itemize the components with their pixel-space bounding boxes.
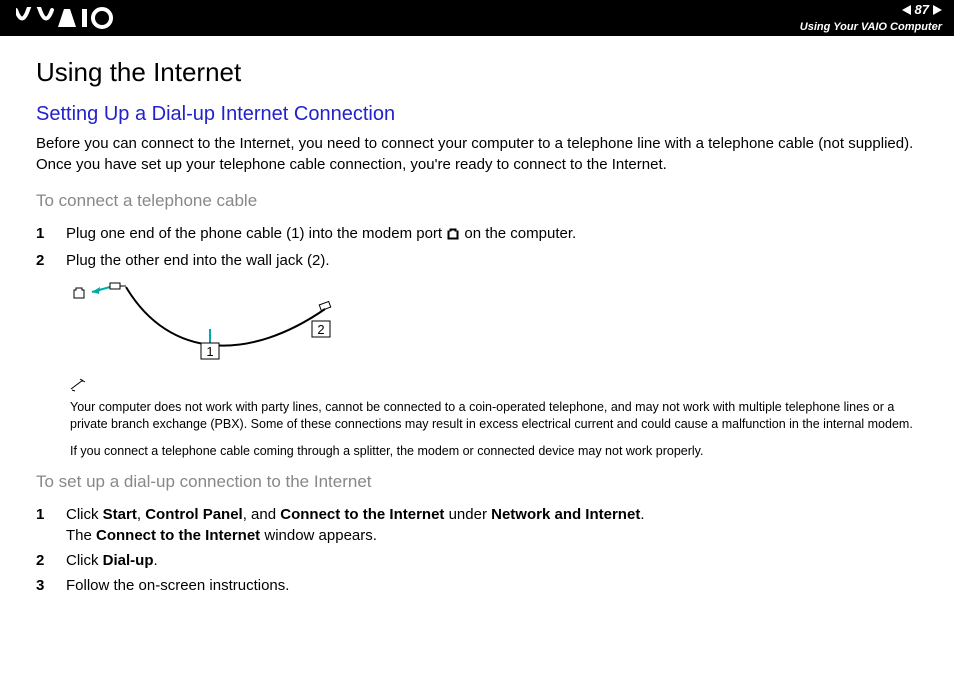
note-paragraph-2: If you connect a telephone cable coming …	[70, 443, 918, 460]
intro-paragraph: Before you can connect to the Internet, …	[36, 134, 918, 175]
section-b-heading: To set up a dial-up connection to the In…	[36, 470, 918, 494]
list-item: 1 Click Start, Control Panel, and Connec…	[36, 504, 918, 546]
prev-page-arrow-icon[interactable]	[902, 5, 911, 15]
page-nav: 87	[902, 1, 942, 19]
step-number: 1	[36, 504, 50, 546]
step-number: 3	[36, 575, 50, 596]
next-page-arrow-icon[interactable]	[933, 5, 942, 15]
cable-diagram: 1 2	[70, 281, 918, 367]
step-text-after: on the computer.	[460, 225, 576, 242]
diagram-label-1: 1	[206, 344, 213, 359]
list-item: 2 Click Dial-up.	[36, 550, 918, 571]
step-number: 2	[36, 550, 50, 571]
list-item: 3 Follow the on-screen instructions.	[36, 575, 918, 596]
page-number: 87	[915, 1, 929, 19]
step-text: Follow the on-screen instructions.	[66, 575, 289, 596]
vaio-logo	[16, 7, 126, 29]
section-a-heading: To connect a telephone cable	[36, 189, 918, 213]
diagram-label-2: 2	[317, 322, 324, 337]
step-number: 2	[36, 250, 50, 271]
header-right: 87 Using Your VAIO Computer	[800, 1, 942, 36]
modem-port-icon	[446, 225, 460, 246]
page-title: Using the Internet	[36, 54, 918, 90]
note-paragraph-1: Your computer does not work with party l…	[70, 399, 918, 433]
section-a-steps: 1 Plug one end of the phone cable (1) in…	[36, 223, 918, 271]
note-icon	[70, 378, 88, 397]
section-b-steps: 1 Click Start, Control Panel, and Connec…	[36, 504, 918, 596]
step-text: Plug one end of the phone cable (1) into…	[66, 223, 576, 246]
list-item: 1 Plug one end of the phone cable (1) in…	[36, 223, 918, 246]
page-content: Using the Internet Setting Up a Dial-up …	[0, 36, 954, 596]
step-text: Plug the other end into the wall jack (2…	[66, 250, 329, 271]
list-item: 2 Plug the other end into the wall jack …	[36, 250, 918, 271]
step-text: Click Dial-up.	[66, 550, 158, 571]
page-subtitle: Setting Up a Dial-up Internet Connection	[36, 100, 918, 128]
section-label: Using Your VAIO Computer	[800, 20, 942, 35]
step-text-before: Plug one end of the phone cable (1) into…	[66, 225, 446, 242]
note-block: Your computer does not work with party l…	[70, 378, 918, 460]
step-number: 1	[36, 223, 50, 246]
step-text: Click Start, Control Panel, and Connect …	[66, 504, 644, 546]
header-bar: 87 Using Your VAIO Computer	[0, 0, 954, 36]
